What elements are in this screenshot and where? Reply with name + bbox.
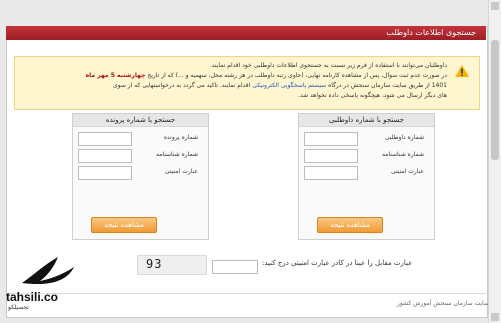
notice-line-3: 1401 از طریق سایت سازمان سنجش در درگاه س… xyxy=(27,81,447,91)
view-result-button-candidate[interactable]: مشاهده نتیجه xyxy=(317,217,383,233)
scrollbar-thumb[interactable] xyxy=(491,40,499,160)
watermark-brand: tahsili.co xyxy=(6,290,59,304)
candidate-number-input[interactable] xyxy=(304,132,358,146)
candidate-id-row: شماره شناسنامه xyxy=(304,149,424,163)
panel-title-file: جستجو با شماره پرونده xyxy=(73,114,208,127)
panel-title-candidate: جستجو با شماره داوطلبی xyxy=(299,114,434,127)
file-id-input[interactable] xyxy=(78,149,132,163)
file-id-row: شماره شناسنامه xyxy=(78,149,198,163)
captcha-code: 93 xyxy=(146,257,163,271)
file-number-row: شماره پرونده xyxy=(78,132,198,146)
candidate-number-label: شماره داوطلبی xyxy=(384,134,424,141)
candidate-id-input[interactable] xyxy=(304,149,358,163)
vertical-scrollbar[interactable] xyxy=(488,0,501,323)
notice-line-3-prefix: 1401 از طریق سایت سازمان سنجش در درگاه xyxy=(328,82,447,89)
watermark-logo: tahsili.co تحصیلکو xyxy=(6,255,88,315)
page-header: جستجوی اطلاعات داوطلب xyxy=(6,26,486,40)
scroll-up-arrow-icon[interactable] xyxy=(491,2,499,10)
notice-text: داوطلبان می‌توانند با استفاده از فرم زیر… xyxy=(27,61,447,101)
file-id-label: شماره شناسنامه xyxy=(155,151,198,158)
view-result-button-file[interactable]: مشاهده نتیجه xyxy=(91,217,157,233)
captcha-instruction: عبارت مقابل را عینا در کادر عبارت امنیتی… xyxy=(262,259,413,267)
notice-line-2-prefix: در صورت عدم ثبت سوال، پس از مشاهده کارنا… xyxy=(147,72,447,79)
file-captcha-label: عبارت امنیتی xyxy=(165,168,198,175)
footer-text: سایت سازمان سنجش آموزش کشور xyxy=(396,300,489,307)
notice-line-2: در صورت عدم ثبت سوال، پس از مشاهده کارنا… xyxy=(27,71,447,81)
candidate-captcha-row: عبارت امنیتی xyxy=(304,166,424,180)
watermark-subtitle: تحصیلکو xyxy=(8,304,29,311)
file-number-input[interactable] xyxy=(78,132,132,146)
candidate-number-row: شماره داوطلبی xyxy=(304,132,424,146)
notice-box: داوطلبان می‌توانند با استفاده از فرم زیر… xyxy=(14,56,480,110)
search-by-candidate-panel: جستجو با شماره داوطلبی شماره داوطلبی شما… xyxy=(298,113,435,240)
notice-line-4: های دیگر ارسال می شود، هیچگونه پاسخی داد… xyxy=(298,92,447,99)
electronic-response-link[interactable]: سیستم پاسخگویی الکترونیکی xyxy=(252,82,326,89)
captcha-image: 93 xyxy=(137,255,207,275)
candidate-captcha-input[interactable] xyxy=(304,166,358,180)
watermark-bird-icon xyxy=(22,257,74,285)
notice-line-3-suffix: اقدام نمایند. تاکید می گردد به درخواستها… xyxy=(113,82,251,89)
scroll-down-arrow-icon[interactable] xyxy=(491,313,499,321)
search-by-file-panel: جستجو با شماره پرونده شماره پرونده شماره… xyxy=(72,113,209,240)
captcha-input[interactable] xyxy=(212,260,258,274)
notice-date-highlight: چهارشنبه 5 مهر ماه xyxy=(85,72,146,79)
warning-icon xyxy=(455,65,469,77)
page-title: جستجوی اطلاعات داوطلب xyxy=(386,28,476,37)
file-number-label: شماره پرونده xyxy=(163,134,198,141)
notice-line-1: داوطلبان می‌توانند با استفاده از فرم زیر… xyxy=(209,62,447,69)
file-captcha-input[interactable] xyxy=(78,166,132,180)
candidate-id-label: شماره شناسنامه xyxy=(381,151,424,158)
file-captcha-row: عبارت امنیتی xyxy=(78,166,198,180)
candidate-captcha-label: عبارت امنیتی xyxy=(391,168,424,175)
